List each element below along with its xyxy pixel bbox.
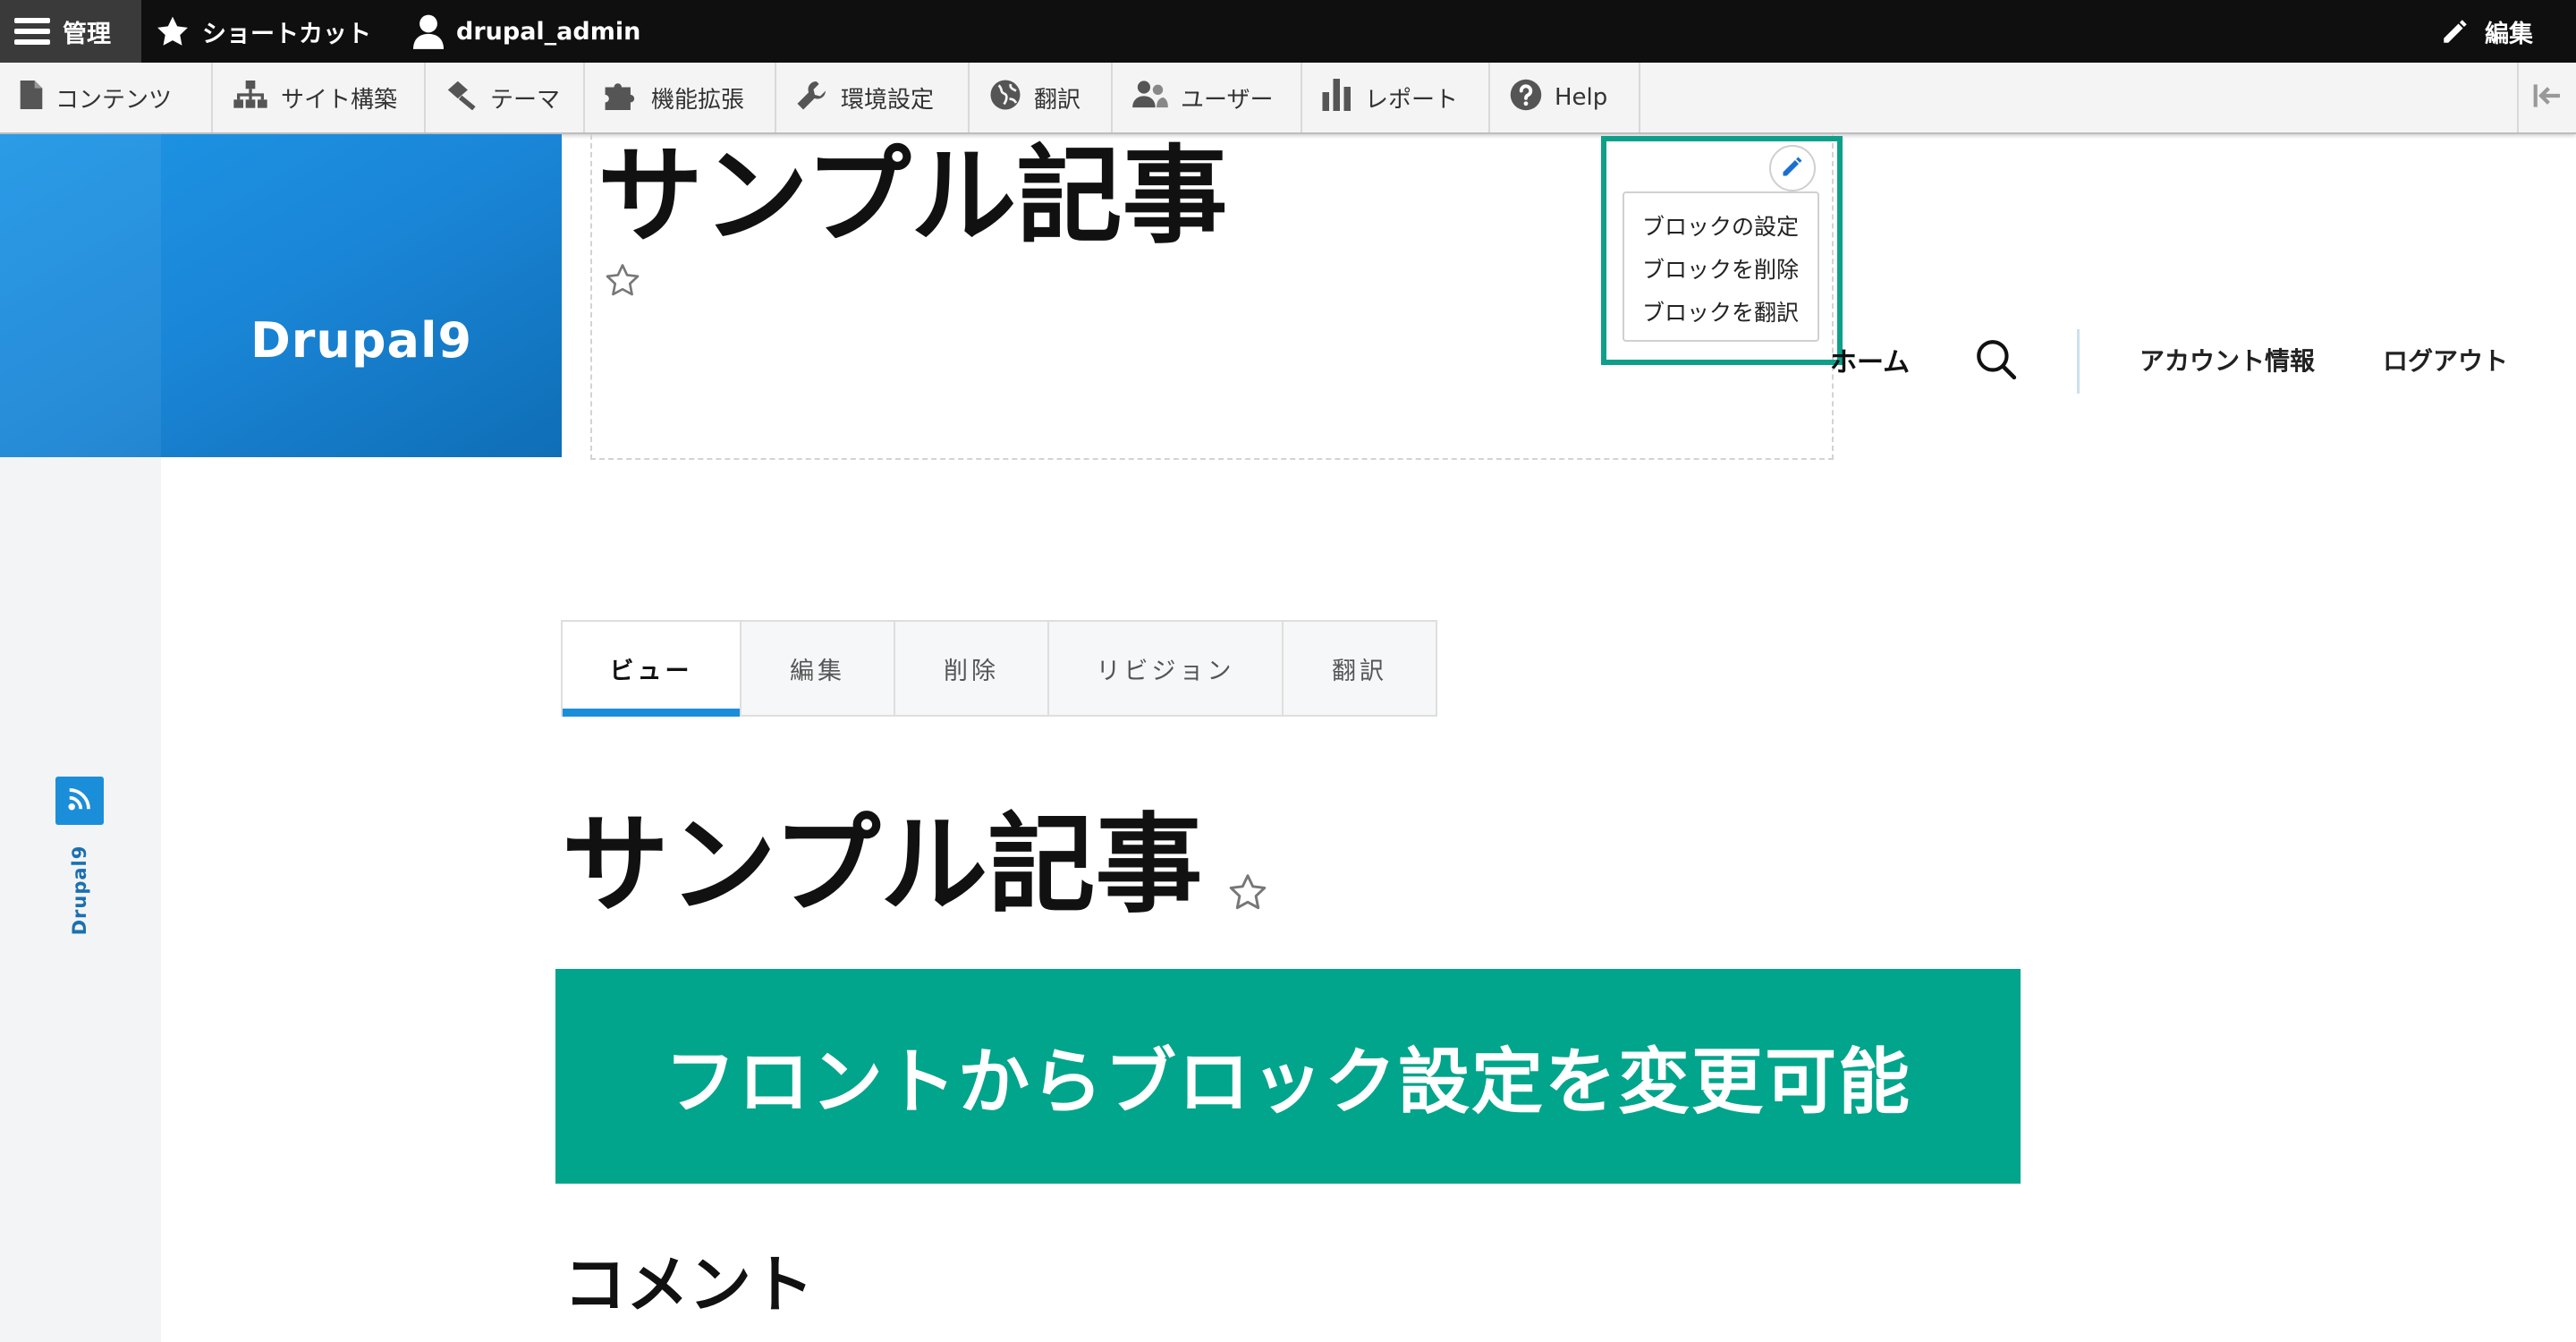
puzzle-icon — [605, 80, 639, 116]
configure-block-link[interactable]: ブロックの設定 — [1642, 206, 1818, 249]
bookmark-star-icon[interactable] — [605, 263, 640, 301]
sitemap-icon — [233, 80, 268, 115]
tray-item-label: 機能拡張 — [651, 86, 745, 114]
tray-item-content[interactable]: コンテンツ — [0, 63, 213, 132]
paint-roller-icon — [445, 80, 478, 116]
tray-item-label: サイト構築 — [281, 86, 398, 114]
site-name-link[interactable]: Drupal9 — [161, 134, 562, 457]
tray-item-label: ユーザー — [1181, 86, 1274, 114]
bar-chart-icon — [1322, 78, 1352, 117]
nav-divider — [2077, 329, 2080, 394]
tray-orientation-toggle[interactable] — [2517, 63, 2576, 132]
toolbar-manage-label: 管理 — [63, 20, 111, 48]
bookmark-star-icon[interactable] — [1228, 873, 1267, 914]
search-button[interactable] — [1973, 336, 2018, 385]
local-tasks-tabs: ビュー 編集 削除 リビジョン 翻訳 — [561, 620, 1437, 717]
tray-item-people[interactable]: ユーザー — [1113, 63, 1302, 132]
announcement-banner: フロントからブロック設定を変更可能 — [555, 969, 2021, 1184]
help-icon — [1510, 79, 1542, 117]
hamburger-icon — [14, 16, 50, 47]
search-icon — [1973, 340, 2018, 385]
tray-item-label: コンテンツ — [55, 86, 173, 114]
wrench-icon — [796, 79, 828, 117]
star-icon — [156, 15, 190, 47]
nav-home-link[interactable]: ホーム — [1830, 340, 1910, 379]
toolbar-edit-button[interactable]: 編集 — [2440, 0, 2533, 63]
tab-translate[interactable]: 翻訳 — [1284, 622, 1437, 715]
block-page-title: サンプル記事 — [597, 134, 1228, 258]
tray-item-structure[interactable]: サイト構築 — [213, 63, 426, 132]
tray-item-translation[interactable]: 翻訳 — [970, 63, 1113, 132]
tray-item-label: Help — [1555, 84, 1608, 111]
nav-account-link[interactable]: アカウント情報 — [2140, 342, 2315, 378]
tray-item-label: 環境設定 — [841, 86, 935, 114]
toolbar-edit-label: 編集 — [2485, 20, 2533, 48]
toolbar-manage-tab[interactable]: 管理 — [0, 0, 141, 63]
tray-item-label: レポート — [1365, 86, 1459, 114]
site-branding: Drupal9 — [0, 134, 562, 457]
tray-item-extend[interactable]: 機能拡張 — [585, 63, 776, 132]
toolbar-shortcuts-tab[interactable]: ショートカット — [156, 0, 371, 63]
remove-block-link[interactable]: ブロックを削除 — [1642, 249, 1818, 292]
tray-item-label: 翻訳 — [1034, 86, 1081, 114]
admin-toolbar: 管理 ショートカット drupal_admin 編集 — [0, 0, 2576, 63]
toolbar-user-label: drupal_admin — [456, 17, 641, 46]
translate-block-link[interactable]: ブロックを翻訳 — [1642, 292, 1818, 335]
contextual-edit-button[interactable] — [1769, 145, 1816, 191]
tray-item-label: テーマ — [490, 86, 561, 114]
comments-heading: コメント — [564, 1248, 814, 1321]
globe-icon — [989, 79, 1021, 117]
tab-edit[interactable]: 編集 — [741, 622, 895, 715]
branding-strip — [0, 134, 161, 457]
admin-tray: コンテンツ サイト構築 テーマ 機能拡張 環境設定 翻訳 ユーザー レポート H… — [0, 63, 2576, 134]
file-icon — [20, 80, 43, 115]
page-title: サンプル記事 — [562, 803, 1203, 928]
sidebar-site-name[interactable]: Drupal9 — [69, 845, 90, 936]
pencil-icon — [1780, 154, 1805, 183]
pencil-icon — [2440, 16, 2470, 47]
tab-revisions[interactable]: リビジョン — [1049, 622, 1284, 715]
tab-view[interactable]: ビュー — [563, 622, 741, 717]
toolbar-shortcuts-label: ショートカット — [202, 20, 371, 48]
tab-delete[interactable]: 削除 — [895, 622, 1049, 715]
tray-item-appearance[interactable]: テーマ — [426, 63, 585, 132]
tray-item-help[interactable]: Help — [1490, 63, 1640, 132]
collapse-left-icon — [2532, 83, 2563, 112]
user-icon — [413, 13, 444, 49]
contextual-links-menu: ブロックの設定 ブロックを削除 ブロックを翻訳 — [1623, 191, 1819, 342]
nav-logout-link[interactable]: ログアウト — [2383, 342, 2508, 378]
rss-icon — [66, 786, 93, 816]
toolbar-user-tab[interactable]: drupal_admin — [413, 0, 640, 63]
tray-item-reports[interactable]: レポート — [1302, 63, 1490, 132]
rss-feed-link[interactable] — [55, 777, 104, 825]
people-icon — [1132, 80, 1168, 116]
tray-item-configuration[interactable]: 環境設定 — [776, 63, 970, 132]
